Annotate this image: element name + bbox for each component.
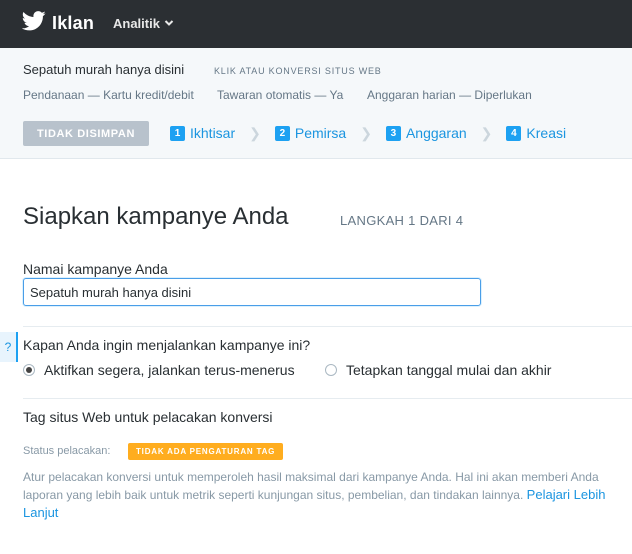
step-creative[interactable]: 4 Kreasi [506, 125, 566, 141]
divider [23, 398, 632, 399]
brand[interactable]: Iklan [21, 10, 95, 37]
chevron-down-icon [160, 16, 174, 31]
analytics-menu[interactable]: Analitik [113, 16, 174, 31]
description-text: Atur pelacakan konversi untuk memperoleh… [23, 470, 599, 502]
radio-label: Tetapkan tanggal mulai dan akhir [346, 362, 552, 378]
conversion-tag-heading: Tag situs Web untuk pelacakan konversi [23, 409, 273, 425]
radio-start-now[interactable]: Aktifkan segera, jalankan terus-menerus [23, 362, 295, 378]
step-number: 4 [506, 125, 522, 141]
twitter-bird-icon [21, 10, 46, 37]
funding-summary: Pendanaan — Kartu kredit/debit [23, 88, 194, 102]
tracking-status-badge: TIDAK ADA PENGATURAN TAG [128, 443, 284, 460]
radio-set-dates[interactable]: Tetapkan tanggal mulai dan akhir [325, 362, 551, 378]
analytics-menu-label: Analitik [113, 16, 160, 31]
wizard-steps: 1 Ikhtisar ❯ 2 Pemirsa ❯ 3 Anggaran ❯ 4 … [170, 122, 566, 144]
step-label: Kreasi [526, 125, 567, 141]
bid-summary: Tawaran otomatis — Ya [217, 88, 344, 102]
step-number: 3 [385, 125, 401, 141]
help-icon[interactable]: ? [0, 332, 18, 362]
step-budget[interactable]: 3 Anggaran [385, 125, 467, 141]
step-audience[interactable]: 2 Pemirsa [274, 125, 347, 141]
conversion-description: Atur pelacakan konversi untuk memperoleh… [23, 468, 632, 522]
campaign-name-summary: Sepatuh murah hanya disini [23, 62, 185, 77]
schedule-question: Kapan Anda ingin menjalankan kampanye in… [23, 337, 311, 353]
step-label: Pemirsa [294, 125, 347, 141]
unsaved-button[interactable]: TIDAK DISIMPAN [23, 121, 149, 146]
tracking-status-label: Status pelacakan: [23, 445, 111, 457]
step-overview[interactable]: 1 Ikhtisar [170, 125, 235, 141]
step-number: 1 [170, 125, 185, 141]
campaign-name-input[interactable] [23, 278, 481, 306]
campaign-objective: KLIK ATAU KONVERSI SITUS WEB [214, 66, 382, 76]
campaign-name-label: Namai kampanye Anda [23, 261, 168, 277]
step-indicator: LANGKAH 1 DARI 4 [340, 213, 464, 228]
brand-title: Iklan [52, 13, 95, 33]
radio-label: Aktifkan segera, jalankan terus-menerus [44, 362, 295, 378]
radio-button[interactable] [325, 364, 337, 376]
step-label: Anggaran [405, 125, 467, 141]
campaign-summary: Sepatuh murah hanya disini KLIK ATAU KON… [0, 48, 632, 159]
radio-button-selected[interactable] [23, 364, 35, 376]
chevron-right-icon: ❯ [360, 124, 372, 141]
divider [23, 326, 632, 327]
top-navigation-bar: Iklan Analitik [0, 0, 632, 48]
page-title: Siapkan kampanye Anda [23, 203, 289, 230]
budget-summary: Anggaran harian — Diperlukan [367, 88, 532, 102]
step-number: 2 [274, 125, 290, 141]
chevron-right-icon: ❯ [480, 124, 493, 141]
step-label: Ikhtisar [190, 125, 236, 141]
chevron-right-icon: ❯ [249, 124, 261, 141]
